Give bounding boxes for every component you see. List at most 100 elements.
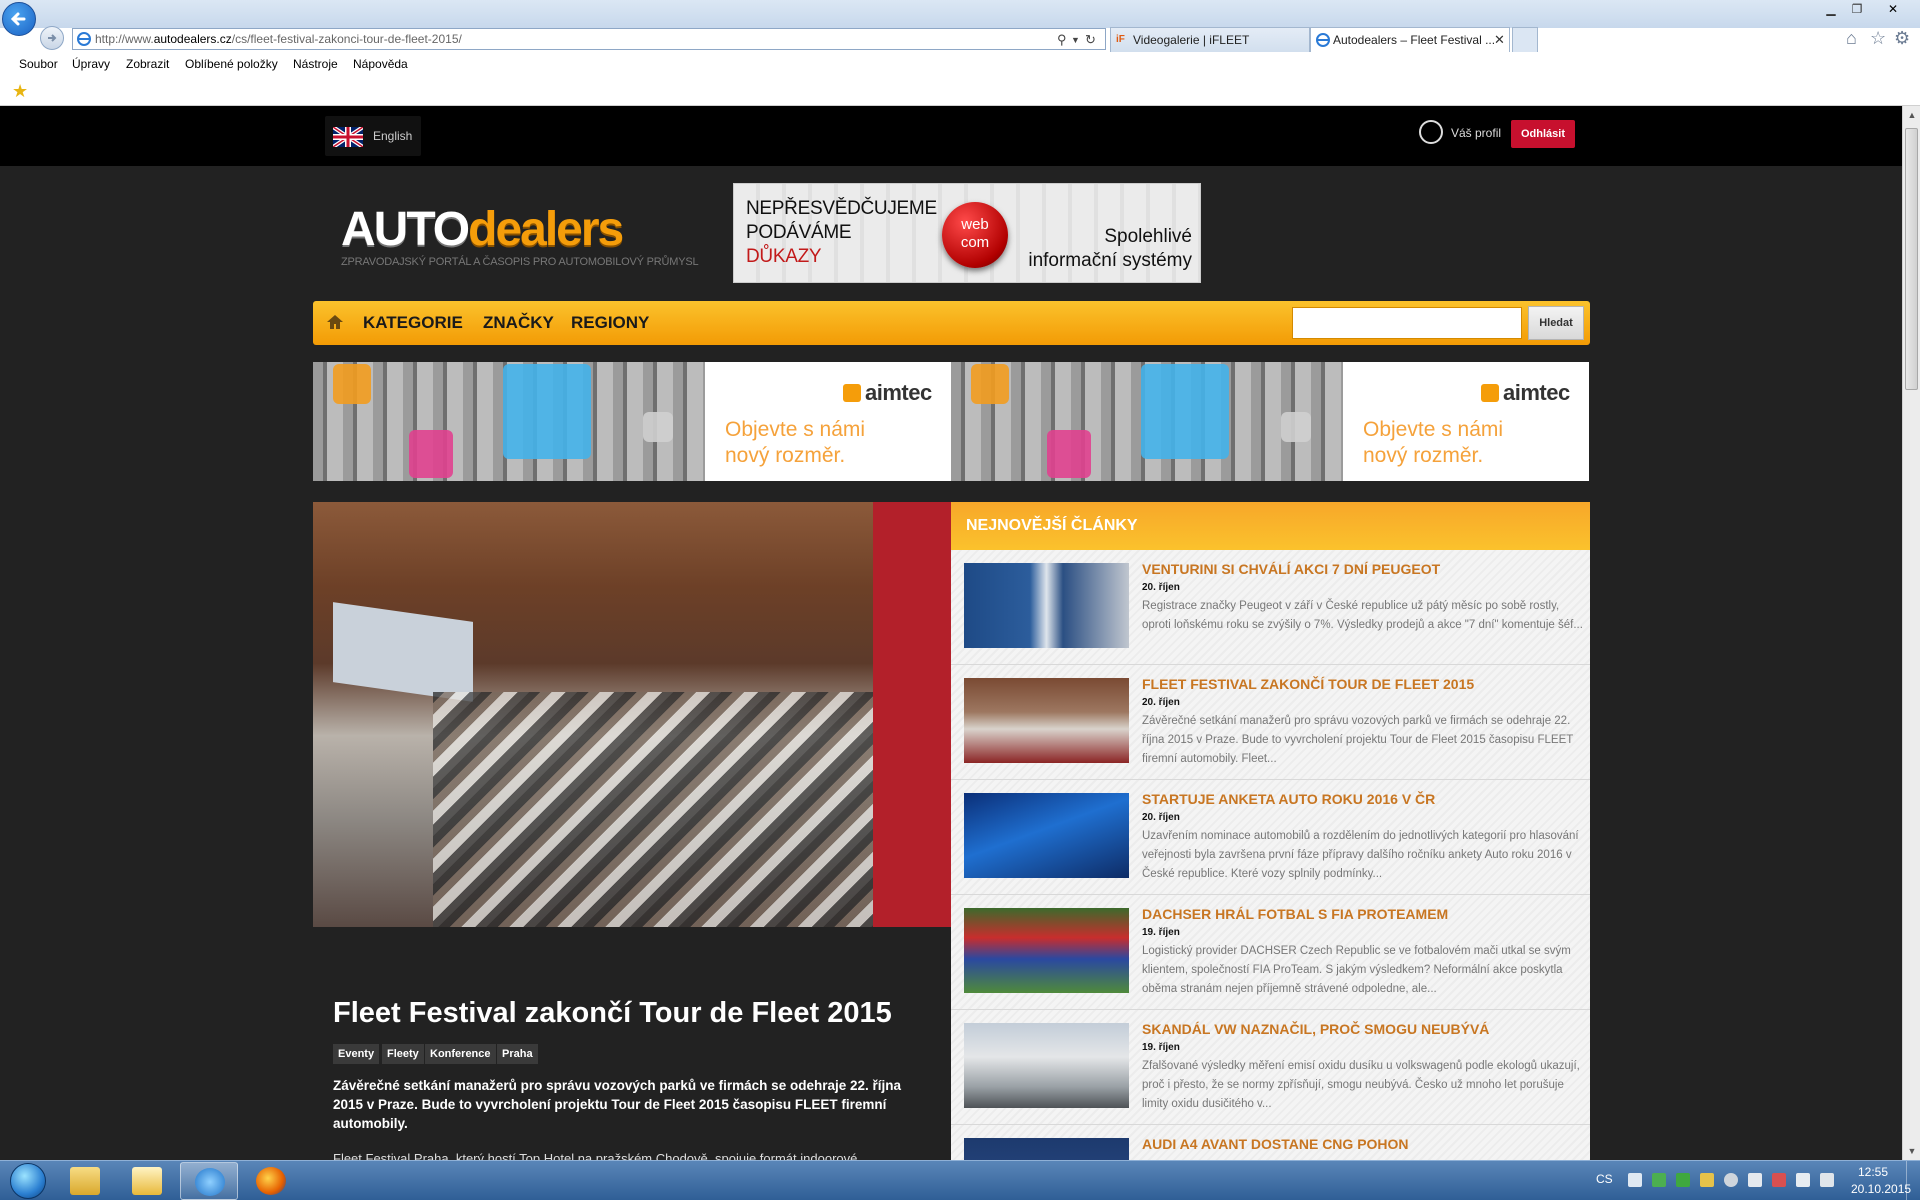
article-thumbnail[interactable]	[964, 908, 1129, 993]
list-item[interactable]: STARTUJE ANKETA AUTO ROKU 2016 V ČR 20. …	[951, 780, 1590, 895]
alert-icon[interactable]	[1772, 1173, 1786, 1187]
home-icon[interactable]	[325, 312, 345, 332]
menu-soubor[interactable]: Soubor	[19, 57, 58, 71]
search-icon[interactable]: ⚲	[1057, 32, 1067, 48]
nav-regiony[interactable]: REGIONY	[571, 313, 649, 333]
banner-ad-aimtec[interactable]: aimtec Objevte s námi nový rozměr.	[313, 362, 951, 481]
mail-icon	[132, 1167, 162, 1195]
volume-icon[interactable]	[1820, 1173, 1834, 1187]
title-bar	[0, 0, 1920, 28]
news-title[interactable]: AUDI A4 AVANT DOSTANE CNG POHON	[1142, 1136, 1409, 1152]
article-thumbnail[interactable]	[964, 678, 1129, 763]
tab-videogalerie[interactable]: iF Videogalerie | iFLEET	[1110, 27, 1310, 52]
clock-time[interactable]: 12:55	[1858, 1165, 1888, 1179]
ie-page-icon	[1316, 33, 1330, 47]
taskbar-internet-explorer[interactable]	[180, 1162, 238, 1200]
taskbar-outlook[interactable]	[118, 1162, 176, 1200]
user-icon[interactable]	[1419, 120, 1443, 144]
sync-icon[interactable]	[1676, 1173, 1690, 1187]
forward-button[interactable]	[40, 26, 64, 50]
news-title[interactable]: VENTURINI SI CHVÁLÍ AKCI 7 DNÍ PEUGEOT	[1142, 561, 1440, 577]
site-topbar: English Váš profil Odhlásit	[0, 106, 1902, 166]
search-input[interactable]	[1292, 307, 1522, 339]
url-text[interactable]: http://www.autodealers.cz/cs/fleet-festi…	[95, 32, 462, 46]
article-thumbnail[interactable]	[964, 793, 1129, 878]
address-bar[interactable]: http://www.autodealers.cz/cs/fleet-festi…	[72, 28, 1106, 50]
network-icon[interactable]	[1748, 1173, 1762, 1187]
menu-upravy[interactable]: Úpravy	[72, 57, 110, 71]
language-switch[interactable]: English	[325, 116, 421, 156]
article-thumbnail[interactable]	[964, 563, 1129, 648]
webcom-logo-text-2: com	[960, 234, 990, 251]
menu-oblibene[interactable]: Oblíbené položky	[185, 57, 278, 71]
refresh-icon[interactable]: ↻	[1085, 32, 1096, 48]
nav-znacky[interactable]: ZNAČKY	[483, 313, 554, 333]
menu-zobrazit[interactable]: Zobrazit	[126, 57, 169, 71]
nav-kategorie[interactable]: KATEGORIE	[363, 313, 463, 333]
menu-napoveda[interactable]: Nápověda	[353, 57, 408, 71]
clock-date[interactable]: 20.10.2015	[1851, 1182, 1911, 1196]
list-item[interactable]: AUDI A4 AVANT DOSTANE CNG POHON	[951, 1125, 1590, 1160]
site-logo[interactable]: AUTOdealers ZPRAVODAJSKÝ PORTÁL A ČASOPI…	[341, 206, 706, 276]
show-desktop-button[interactable]	[1906, 1161, 1920, 1200]
list-item[interactable]: VENTURINI SI CHVÁLÍ AKCI 7 DNÍ PEUGEOT 2…	[951, 550, 1590, 665]
close-tab-icon[interactable]: ✕	[1494, 32, 1505, 48]
input-language[interactable]: CS	[1596, 1172, 1613, 1186]
banner-ad-aimtec[interactable]: aimtec Objevte s námi nový rozměr.	[951, 362, 1589, 481]
list-item[interactable]: SKANDÁL VW NAZNAČIL, PROČ SMOGU NEUBÝVÁ …	[951, 1010, 1590, 1125]
news-excerpt: Uzavřením nominace automobilů a rozdělen…	[1142, 830, 1579, 880]
update-icon[interactable]	[1724, 1173, 1738, 1187]
news-title[interactable]: FLEET FESTIVAL ZAKONČÍ TOUR DE FLEET 201…	[1142, 676, 1474, 692]
news-title[interactable]: DACHSER HRÁL FOTBAL S FIA PROTEAMEM	[1142, 906, 1448, 922]
list-item[interactable]: DACHSER HRÁL FOTBAL S FIA PROTEAMEM 19. …	[951, 895, 1590, 1010]
taskbar-firefox[interactable]	[242, 1162, 300, 1200]
taskbar-explorer[interactable]	[56, 1162, 114, 1200]
news-date: 20. říjen	[1142, 812, 1180, 823]
notification-icon[interactable]	[1700, 1173, 1714, 1187]
close-window-icon[interactable]: ✕	[1870, 0, 1916, 18]
favorites-star-icon[interactable]: ☆	[1870, 28, 1886, 49]
browser-chrome: http://www.autodealers.cz/cs/fleet-festi…	[0, 0, 1920, 106]
news-title[interactable]: STARTUJE ANKETA AUTO ROKU 2016 V ČR	[1142, 791, 1435, 807]
ad-decor-square	[643, 412, 673, 442]
home-icon[interactable]: ⌂	[1846, 28, 1857, 49]
ad-decor-square	[503, 364, 591, 459]
ad-slogan-2: nový rozměr.	[725, 444, 846, 467]
add-favorite-icon[interactable]: ★	[12, 81, 28, 102]
maximize-icon[interactable]: ❐	[1844, 0, 1870, 18]
scroll-down-icon[interactable]: ▼	[1903, 1142, 1920, 1160]
gear-icon[interactable]: ⚙	[1894, 28, 1910, 49]
logout-button[interactable]: Odhlásit	[1511, 120, 1575, 148]
tag-fleety[interactable]: Fleety	[382, 1044, 424, 1064]
back-button[interactable]	[2, 2, 36, 36]
start-button[interactable]	[2, 1161, 52, 1200]
red-wall	[873, 502, 951, 927]
article-thumbnail[interactable]	[964, 1023, 1129, 1108]
new-tab-button[interactable]	[1512, 27, 1538, 52]
tab-autodealers[interactable]: Autodealers – Fleet Festival ...	[1310, 27, 1510, 52]
ad-decor-square	[1281, 412, 1311, 442]
list-item[interactable]: FLEET FESTIVAL ZAKONČÍ TOUR DE FLEET 201…	[951, 665, 1590, 780]
article-hero-image[interactable]	[313, 502, 951, 927]
webcom-logo: web com	[942, 202, 1008, 268]
vertical-scrollbar[interactable]: ▲ ▼	[1902, 106, 1920, 1160]
profile-link[interactable]: Váš profil	[1451, 126, 1501, 140]
menu-nastroje[interactable]: Nástroje	[293, 57, 338, 71]
chevron-down-icon[interactable]: ▼	[1071, 35, 1080, 45]
tag-konference[interactable]: Konference	[425, 1044, 496, 1064]
sidebar-title: NEJNOVĚJŠÍ ČLÁNKY	[966, 517, 1138, 534]
minimize-icon[interactable]: ▁	[1818, 0, 1844, 18]
cloud-icon[interactable]	[1628, 1173, 1642, 1187]
search-button[interactable]: Hledat	[1528, 306, 1584, 340]
arrow-right-icon	[48, 34, 57, 42]
article-thumbnail[interactable]	[964, 1138, 1129, 1160]
tag-eventy[interactable]: Eventy	[333, 1044, 380, 1064]
scrollbar-thumb[interactable]	[1905, 128, 1918, 390]
page-viewport: English Váš profil Odhlásit AUTOdealers …	[0, 106, 1902, 1160]
scroll-up-icon[interactable]: ▲	[1903, 106, 1920, 124]
news-title[interactable]: SKANDÁL VW NAZNAČIL, PROČ SMOGU NEUBÝVÁ	[1142, 1021, 1489, 1037]
banner-ad-webcom[interactable]: NEPŘESVĚDČUJEME PODÁVÁME DŮKAZY web com …	[733, 183, 1201, 283]
shield-icon[interactable]	[1652, 1173, 1666, 1187]
battery-icon[interactable]	[1796, 1173, 1810, 1187]
tag-praha[interactable]: Praha	[497, 1044, 538, 1064]
